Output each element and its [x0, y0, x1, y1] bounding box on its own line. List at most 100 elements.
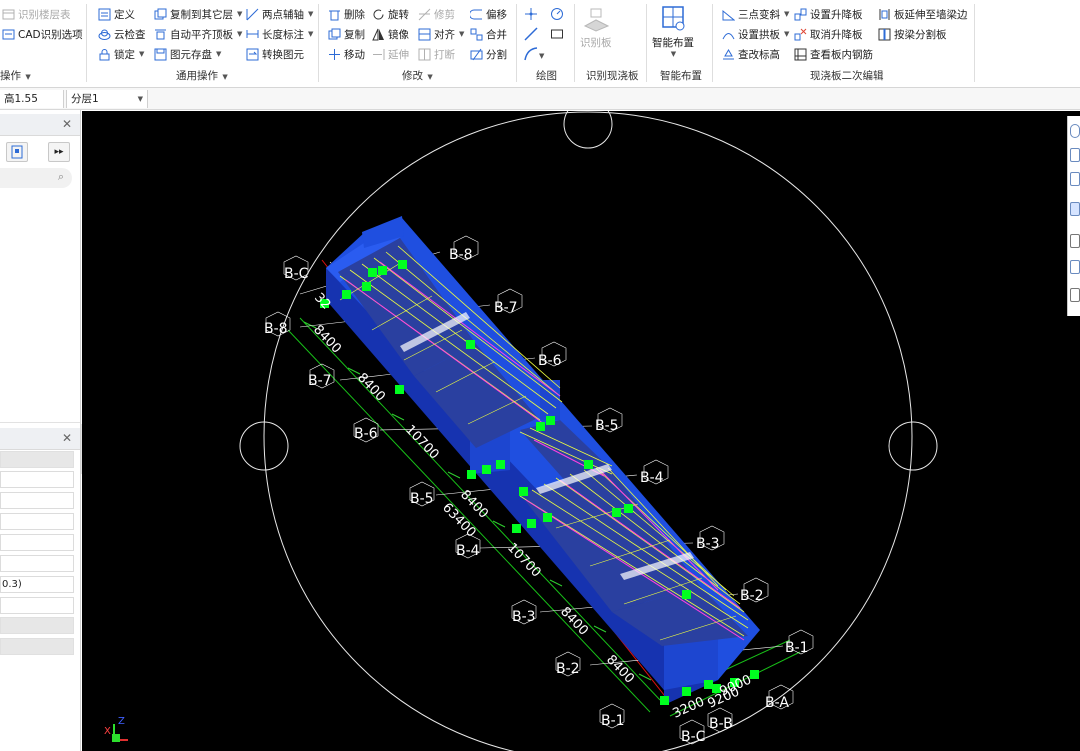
span-label: 8400	[310, 322, 344, 356]
smart-layout-button[interactable]: 智能布置 ▼	[652, 4, 694, 58]
recognize-floor-table-button[interactable]: 识别楼层表	[2, 6, 71, 22]
new-element-icon[interactable]	[6, 142, 28, 162]
group-operation-label: 操作 ▼	[0, 70, 31, 82]
axis-label: B-4	[456, 543, 480, 559]
layer-dropdown[interactable]: 分层1 ▼	[66, 89, 148, 108]
property-row[interactable]	[0, 492, 74, 509]
property-row[interactable]	[0, 555, 74, 572]
convert-element-label: 转换图元	[262, 48, 304, 61]
property-row-thickness[interactable]: 0.3)	[0, 576, 74, 593]
set-raise-lower-slab-button[interactable]: 设置升降板	[794, 6, 863, 22]
viewport-canvas[interactable]: B-8 B-7 B-6 B-5 B-4 B-3 B-2 B-1 B-A B-C …	[82, 111, 1080, 751]
ribbon-divider	[646, 4, 647, 82]
align-button[interactable]: 对齐 ▼	[418, 26, 464, 42]
view-slab-rebar-button[interactable]: 查看板内钢筋	[794, 46, 873, 62]
define-icon	[98, 8, 111, 21]
recognize-slab-icon	[581, 6, 611, 35]
axis-label: B-1	[785, 640, 809, 656]
panel-header: ✕	[0, 114, 80, 136]
define-button[interactable]: 定义	[98, 6, 135, 22]
property-row[interactable]	[0, 471, 74, 488]
cloud-check-button[interactable]: 云检查	[98, 26, 146, 42]
lock-button[interactable]: 锁定 ▼	[98, 46, 144, 62]
view-box-icon[interactable]	[1070, 172, 1080, 186]
two-point-aux-axis-button[interactable]: 两点辅轴 ▼	[246, 6, 313, 22]
axis-label: B-7	[308, 373, 332, 389]
copy-button[interactable]: 复制	[328, 26, 365, 42]
break-button[interactable]: 打断	[418, 46, 455, 62]
check-elevation-label: 查改标高	[738, 48, 780, 61]
point-draw-icon[interactable]	[524, 6, 538, 22]
close-icon[interactable]: ✕	[62, 117, 72, 131]
view-rotate-icon[interactable]	[1070, 124, 1080, 138]
orbit-handle-top[interactable]	[563, 111, 613, 149]
extend-slab-to-wall-beam-button[interactable]: 板延伸至墙梁边	[878, 6, 968, 22]
left-panel: ✕ ▸▸ ⌕ ✕ 0.3)	[0, 110, 81, 751]
orbit-handle-right[interactable]	[888, 421, 938, 471]
check-elevation-button[interactable]: 查改标高	[722, 46, 780, 62]
view-list-icon[interactable]	[1070, 288, 1080, 302]
auto-align-top-slab-button[interactable]: 自动平齐顶板 ▼	[154, 26, 242, 42]
group-general-ops-label: 通用操作 ▼	[176, 70, 228, 82]
length-dimension-button[interactable]: 长度标注 ▼	[246, 26, 313, 42]
axis-label: B-5	[595, 418, 619, 434]
view-frame-icon[interactable]	[1070, 234, 1080, 248]
elevation-dropdown[interactable]: 高1.55	[0, 89, 64, 108]
mirror-button[interactable]: 镜像	[372, 26, 409, 42]
split-by-beam-icon	[878, 28, 891, 41]
offset-icon	[469, 8, 483, 21]
property-row[interactable]	[0, 597, 74, 614]
expand-icon[interactable]: ▸▸	[48, 142, 70, 162]
delete-button[interactable]: 删除	[328, 6, 365, 22]
arc-draw-icon[interactable]: ▼	[524, 46, 546, 62]
axis-label: B-2	[740, 588, 764, 604]
element-save-button[interactable]: 图元存盘 ▼	[154, 46, 221, 62]
3d-viewport[interactable]: B-8 B-7 B-6 B-5 B-4 B-3 B-2 B-1 B-A B-C …	[82, 111, 1080, 751]
extend-button[interactable]: 延伸	[372, 46, 409, 62]
cad-recognize-options-button[interactable]: CAD识别选项	[2, 26, 83, 42]
search-icon: ⌕	[57, 170, 64, 183]
offset-button[interactable]: 偏移	[469, 6, 507, 22]
split-slab-by-beam-button[interactable]: 按梁分割板	[878, 26, 947, 42]
property-row[interactable]	[0, 513, 74, 530]
recognize-slab-button[interactable]: 识别板	[580, 6, 612, 50]
convert-element-button[interactable]: 转换图元	[246, 46, 304, 62]
axis-label: B-3	[512, 609, 536, 625]
line-draw-icon[interactable]	[524, 26, 538, 42]
split-button[interactable]: 分割	[470, 46, 507, 62]
property-row	[0, 451, 74, 468]
rotate-point-icon[interactable]	[550, 6, 564, 22]
merge-button[interactable]: 合并	[470, 26, 507, 42]
axis-label: B-1	[601, 713, 625, 729]
rectangle-draw-icon[interactable]	[550, 26, 564, 42]
slope-icon	[722, 8, 736, 21]
axis-label: B-C	[681, 729, 706, 745]
trim-button[interactable]: 修剪	[418, 6, 455, 22]
move-button[interactable]: 移动	[328, 46, 365, 62]
axis-label: B-7	[494, 300, 518, 316]
extend-label: 延伸	[388, 48, 409, 61]
mirror-label: 镜像	[388, 28, 409, 41]
smart-layout-label: 智能布置	[652, 37, 694, 49]
rotate-button[interactable]: 旋转	[372, 6, 409, 22]
slab-model[interactable]	[326, 216, 760, 705]
axis-label: B-3	[696, 536, 720, 552]
three-point-slope-button[interactable]: 三点变斜 ▼	[722, 6, 789, 22]
move-label: 移动	[344, 48, 365, 61]
property-row[interactable]	[0, 534, 74, 551]
raise-lower-icon	[794, 8, 807, 21]
view-active-icon[interactable]	[1070, 202, 1080, 216]
axis-label: B-B	[709, 716, 733, 732]
copy-to-other-floor-button[interactable]: 复制到其它层 ▼	[154, 6, 242, 22]
align-label: 对齐	[434, 28, 455, 41]
property-row	[0, 638, 74, 655]
view-slab-rebar-label: 查看板内钢筋	[810, 48, 873, 61]
view-3d-icon[interactable]	[1070, 148, 1080, 162]
cancel-raise-lower-slab-button[interactable]: 取消升降板	[794, 26, 863, 42]
view-refresh-icon[interactable]	[1070, 260, 1080, 274]
set-arch-slab-button[interactable]: 设置拱板 ▼	[722, 26, 789, 42]
rotate-icon	[372, 8, 385, 21]
break-label: 打断	[434, 48, 455, 61]
close-icon[interactable]: ✕	[62, 431, 72, 445]
search-input[interactable]: ⌕	[0, 168, 72, 188]
